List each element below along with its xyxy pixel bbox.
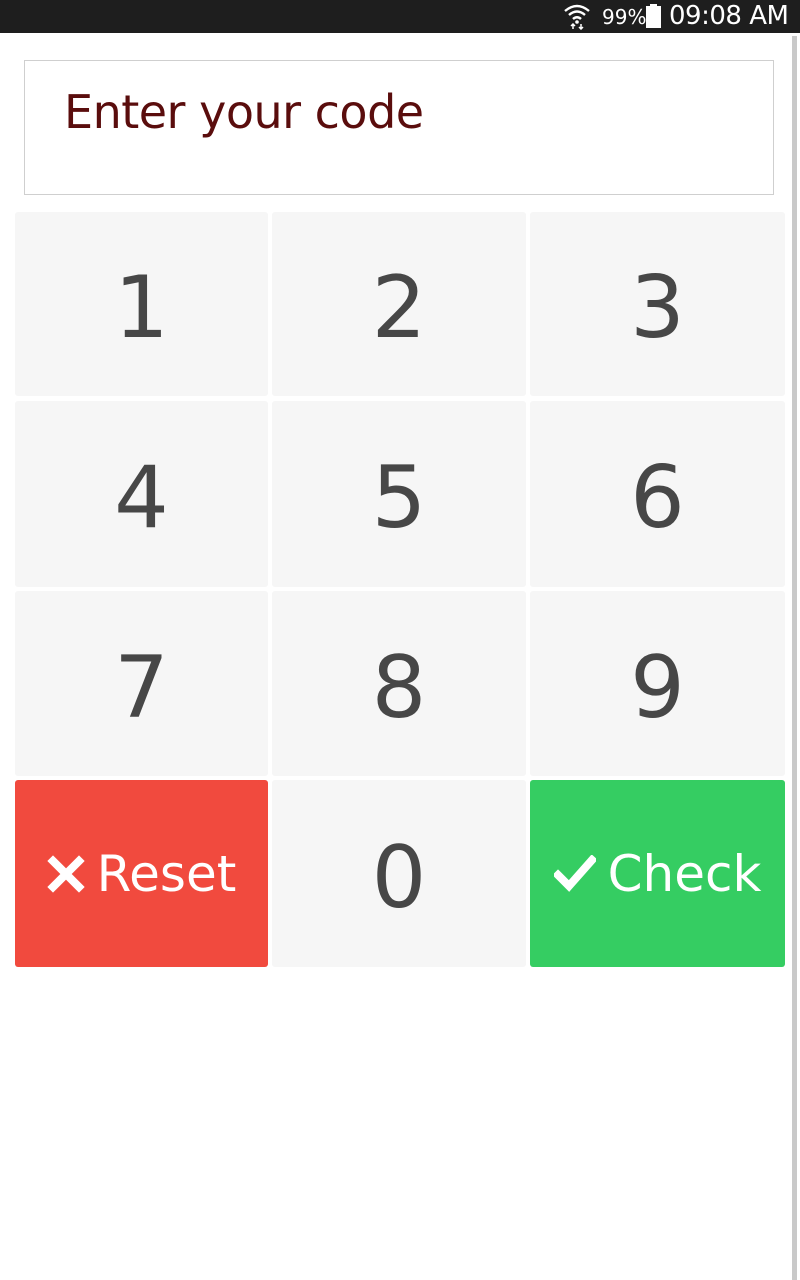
battery-percent: 99%	[602, 5, 647, 29]
code-prompt: Enter your code	[64, 85, 424, 139]
wifi-icon	[564, 4, 590, 30]
key-8[interactable]: 8	[272, 591, 526, 776]
status-bar: 99% 09:08 AM	[0, 0, 800, 33]
key-label: 1	[114, 258, 169, 358]
key-0[interactable]: 0	[272, 780, 526, 967]
key-3[interactable]: 3	[530, 212, 785, 396]
clock: 09:08 AM	[669, 1, 789, 31]
key-1[interactable]: 1	[15, 212, 268, 396]
close-icon	[46, 854, 85, 893]
checkmark-icon	[553, 854, 596, 892]
key-5[interactable]: 5	[272, 401, 526, 587]
key-label: 8	[371, 637, 427, 738]
key-label: 6	[630, 448, 685, 548]
key-6[interactable]: 6	[530, 401, 785, 587]
key-label: 7	[114, 637, 169, 738]
key-label: 4	[114, 448, 169, 548]
key-7[interactable]: 7	[15, 591, 268, 776]
key-4[interactable]: 4	[15, 401, 268, 587]
scrollbar	[792, 36, 797, 1280]
key-label: 0	[371, 827, 427, 928]
key-label: 2	[371, 258, 427, 358]
reset-button[interactable]: Reset	[15, 780, 268, 967]
check-button[interactable]: Check	[530, 780, 785, 967]
key-label: 5	[371, 448, 427, 548]
key-label: 9	[630, 637, 685, 738]
key-2[interactable]: 2	[272, 212, 526, 396]
key-9[interactable]: 9	[530, 591, 785, 776]
key-label: 3	[630, 258, 685, 358]
reset-label: Reset	[96, 844, 237, 903]
check-label: Check	[607, 844, 762, 903]
code-display: Enter your code	[24, 60, 774, 195]
battery-icon	[646, 4, 661, 28]
